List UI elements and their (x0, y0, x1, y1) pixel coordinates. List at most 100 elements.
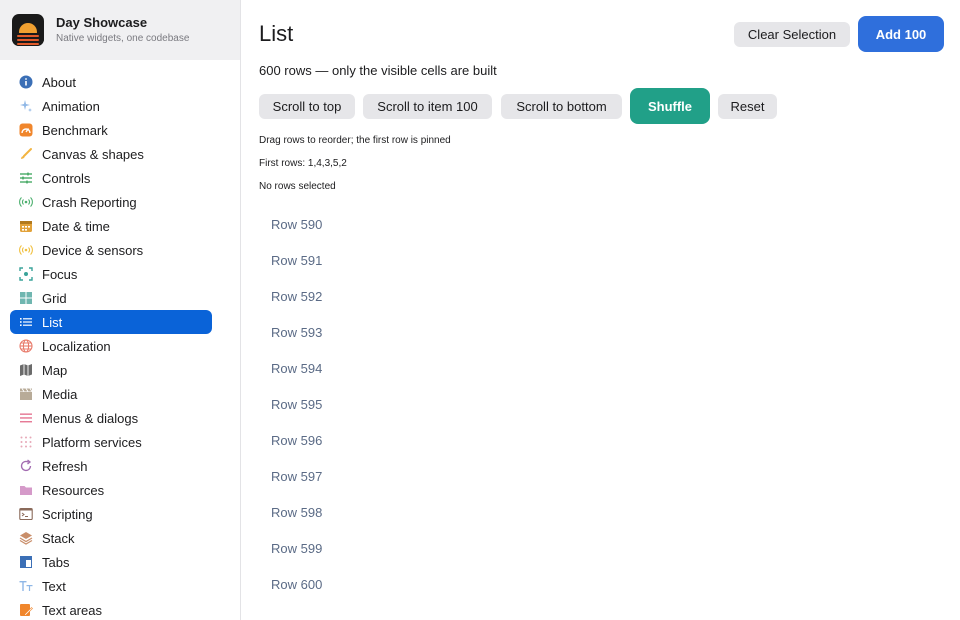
sidebar-item-controls[interactable]: Controls (10, 166, 212, 190)
sparkles-icon (19, 99, 33, 113)
list-row[interactable]: Row 594 (259, 350, 939, 386)
sidebar-item-label: Resources (42, 482, 105, 498)
clear-selection-button[interactable]: Clear Selection (734, 22, 850, 47)
sidebar-item-label: Benchmark (42, 122, 108, 138)
sidebar-item-label: Menus & dialogs (42, 410, 139, 426)
broadcast-icon (19, 243, 33, 257)
sidebar-item-device-and-sensors[interactable]: Device & sensors (10, 238, 212, 262)
sidebar-nav: About Animation Benchmark Canvas & shapes Co… (0, 60, 240, 620)
sidebar-item-grid[interactable]: Grid (10, 286, 212, 310)
list-row[interactable]: Row 597 (259, 458, 939, 494)
text-icon (19, 579, 33, 593)
sidebar: Day Showcase Native widgets, one codebas… (0, 0, 241, 620)
app-header: Day Showcase Native widgets, one codebas… (0, 0, 240, 60)
add-100-button[interactable]: Add 100 (858, 16, 944, 52)
sidebar-item-scripting[interactable]: Scripting (10, 502, 212, 526)
sidebar-item-tabs[interactable]: Tabs (10, 550, 212, 574)
sidebar-item-date-and-time[interactable]: Date & time (10, 214, 212, 238)
scroll-to-top-button[interactable]: Scroll to top (259, 94, 355, 119)
page-title: List (259, 21, 294, 46)
sidebar-item-canvas-and-shapes[interactable]: Canvas & shapes (10, 142, 212, 166)
sidebar-item-label: Localization (42, 338, 111, 354)
list-row[interactable]: Row 590 (259, 206, 939, 242)
list-row[interactable]: Row 591 (259, 242, 939, 278)
sidebar-item-label: Tabs (42, 554, 70, 570)
sidebar-item-animation[interactable]: Animation (10, 94, 212, 118)
calendar-icon (19, 219, 33, 233)
text-area-icon (19, 603, 33, 617)
sidebar-item-crash-reporting[interactable]: Crash Reporting (10, 190, 212, 214)
sidebar-item-label: Text areas (42, 602, 102, 618)
brush-icon (19, 147, 33, 161)
grid-icon (19, 291, 33, 305)
sidebar-item-map[interactable]: Map (10, 358, 212, 382)
list-row[interactable]: Row 595 (259, 386, 939, 422)
sidebar-item-label: Stack (42, 530, 75, 546)
info-icon (19, 75, 33, 89)
menu-lines-icon (19, 411, 33, 425)
sidebar-item-resources[interactable]: Resources (10, 478, 212, 502)
list-row[interactable]: Row 600 (259, 566, 939, 602)
virtual-list: Row 590 Row 591 Row 592 Row 593 Row 594 Row 5… (259, 206, 939, 602)
sidebar-item-label: Scripting (42, 506, 93, 522)
sidebar-item-label: Focus (42, 266, 78, 282)
stack-icon (19, 531, 33, 545)
scroll-to-bottom-button[interactable]: Scroll to bottom (501, 94, 622, 119)
sidebar-item-menus-and-dialogs[interactable]: Menus & dialogs (10, 406, 212, 430)
globe-icon (19, 339, 33, 353)
terminal-icon (19, 507, 33, 521)
reset-button[interactable]: Reset (718, 94, 777, 119)
broadcast-icon (19, 195, 33, 209)
sidebar-item-stack[interactable]: Stack (10, 526, 212, 550)
first-rows-text: First rows: 1,4,3,5,2 (259, 158, 347, 169)
list-row[interactable]: Row 596 (259, 422, 939, 458)
dots-grid-icon (19, 435, 33, 449)
list-icon (19, 315, 33, 329)
sidebar-item-label: Crash Reporting (42, 194, 137, 210)
sliders-icon (19, 171, 33, 185)
row-count-summary: 600 rows — only the visible cells are bu… (259, 63, 497, 78)
main-panel: List Clear Selection Add 100 600 rows — … (241, 0, 960, 620)
sidebar-item-label: Canvas & shapes (42, 146, 144, 162)
map-icon (19, 363, 33, 377)
sidebar-item-text-areas[interactable]: Text areas (10, 598, 212, 620)
sidebar-item-label: List (42, 314, 63, 330)
refresh-icon (19, 459, 33, 473)
sidebar-item-refresh[interactable]: Refresh (10, 454, 212, 478)
sidebar-item-label: Text (42, 578, 66, 594)
app-subtitle: Native widgets, one codebase (56, 32, 190, 44)
sidebar-item-label: Map (42, 362, 68, 378)
list-row[interactable]: Row 592 (259, 278, 939, 314)
drag-hint-text: Drag rows to reorder; the first row is p… (259, 135, 451, 146)
sidebar-item-label: Date & time (42, 218, 110, 234)
shuffle-button[interactable]: Shuffle (630, 88, 710, 124)
scroll-to-item-button[interactable]: Scroll to item 100 (363, 94, 492, 119)
sidebar-item-localization[interactable]: Localization (10, 334, 212, 358)
sidebar-item-label: Device & sensors (42, 242, 144, 258)
list-row[interactable]: Row 599 (259, 530, 939, 566)
focus-icon (19, 267, 33, 281)
sidebar-item-label: Refresh (42, 458, 88, 474)
folder-icon (19, 483, 33, 497)
sidebar-item-label: Controls (42, 170, 91, 186)
list-row[interactable]: Row 598 (259, 494, 939, 530)
sidebar-item-focus[interactable]: Focus (10, 262, 212, 286)
sidebar-item-label: Animation (42, 98, 100, 114)
tabs-icon (19, 555, 33, 569)
sidebar-item-media[interactable]: Media (10, 382, 212, 406)
gauge-icon (19, 123, 33, 137)
sidebar-item-list[interactable]: List (10, 310, 212, 334)
sidebar-item-label: Platform services (42, 434, 142, 450)
sunset-logo-icon (12, 14, 44, 46)
sidebar-item-platform-services[interactable]: Platform services (10, 430, 212, 454)
clapper-icon (19, 387, 33, 401)
sidebar-item-text[interactable]: Text (10, 574, 212, 598)
sidebar-item-label: About (42, 74, 76, 90)
sidebar-item-benchmark[interactable]: Benchmark (10, 118, 212, 142)
sidebar-item-label: Media (42, 386, 78, 402)
list-row[interactable]: Row 593 (259, 314, 939, 350)
sidebar-item-label: Grid (42, 290, 67, 306)
selection-status-text: No rows selected (259, 181, 336, 192)
sidebar-item-about[interactable]: About (10, 70, 212, 94)
app-title: Day Showcase (56, 14, 148, 30)
